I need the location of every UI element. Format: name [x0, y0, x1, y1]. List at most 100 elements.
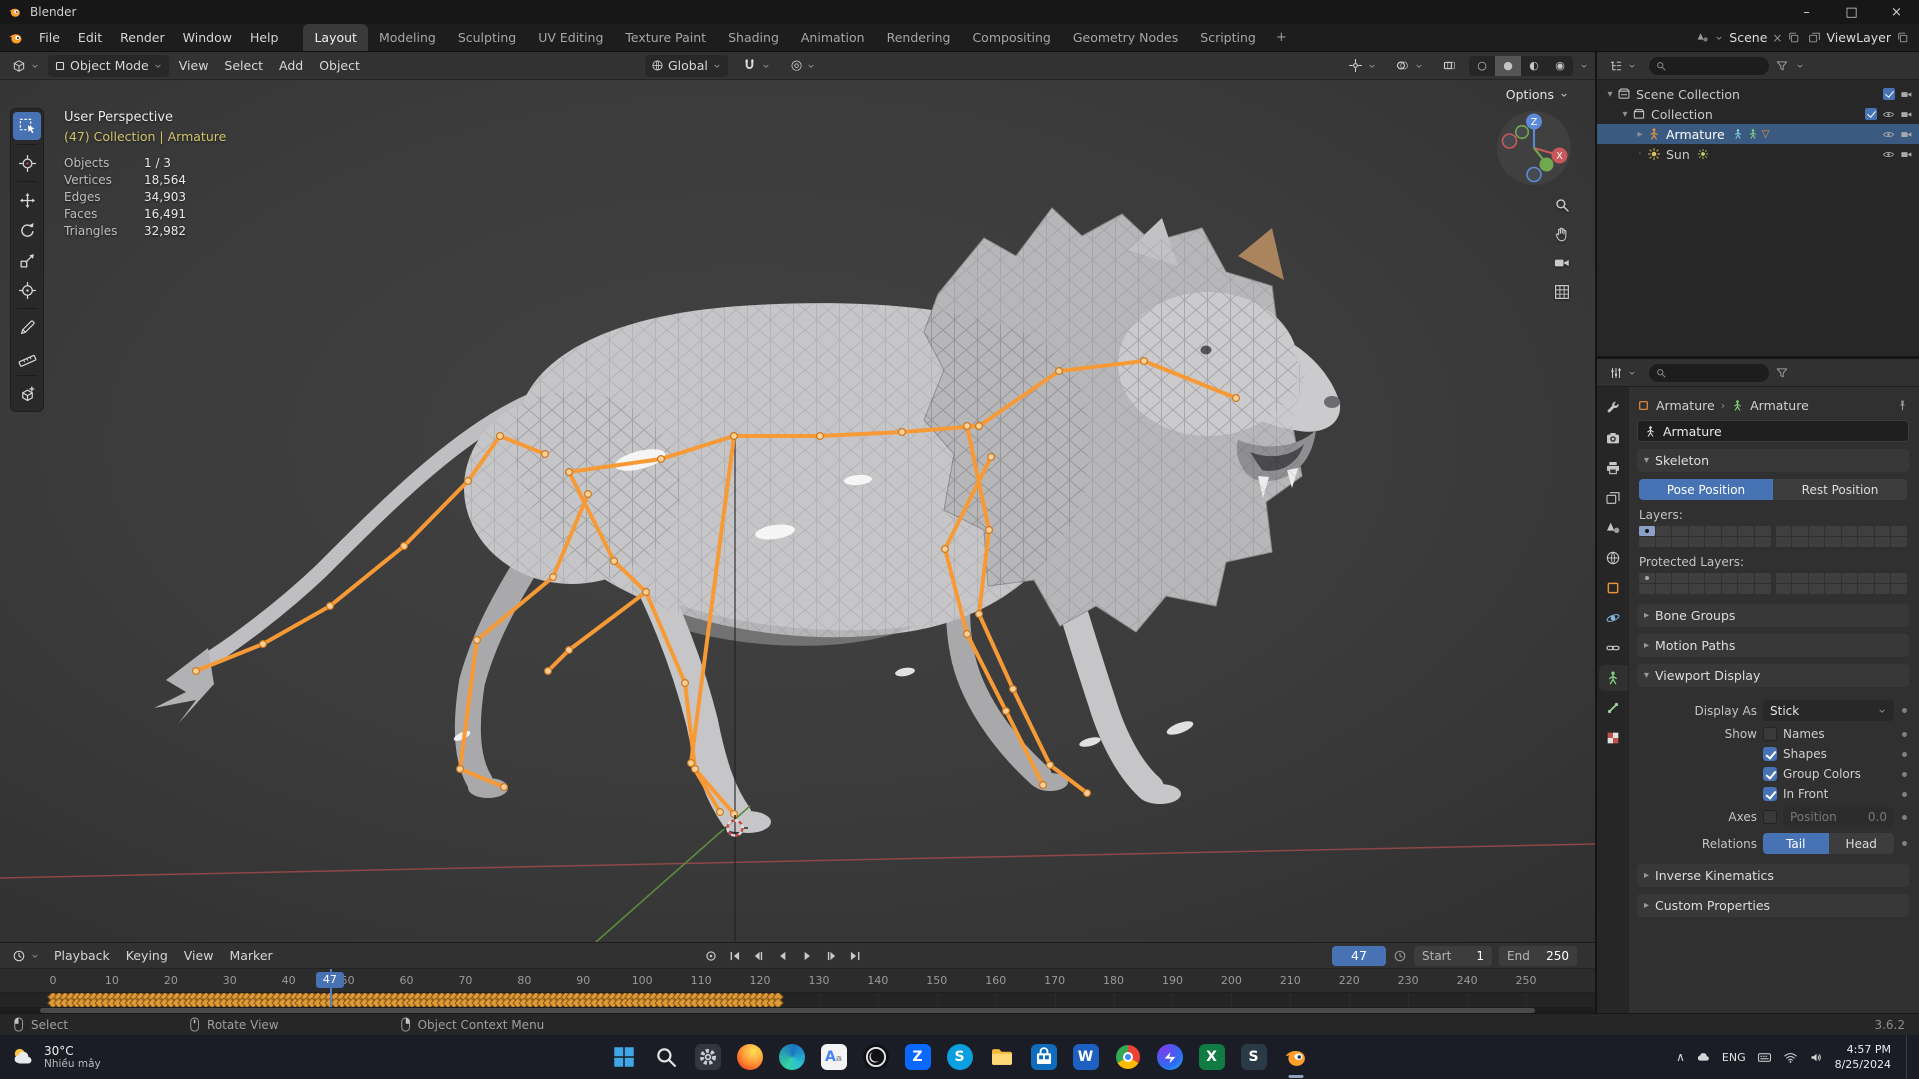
- expand-icon[interactable]: ▸: [1633, 129, 1647, 140]
- frame-end-field[interactable]: End 250: [1499, 945, 1577, 966]
- frame-ruler[interactable]: 0 10 20 30 40 50 60 70 80 90 100 110 120 130 140 150 160…: [0, 969, 1595, 993]
- tool-rotate[interactable]: [13, 216, 41, 244]
- checkbox-label[interactable]: Group Colors: [1783, 767, 1861, 781]
- layer-cell-19[interactable]: [1825, 526, 1841, 536]
- new-scene-icon[interactable]: [1787, 31, 1800, 44]
- layer-cell-31[interactable]: [1891, 537, 1907, 547]
- layer-cell-1[interactable]: [1655, 526, 1672, 536]
- outliner-label[interactable]: Scene Collection: [1636, 87, 1740, 102]
- taskbar-app-firefox[interactable]: [733, 1040, 767, 1074]
- layer-cell-14[interactable]: [1738, 584, 1754, 594]
- gizmo-y-axis[interactable]: [1539, 157, 1554, 172]
- outliner-editor-type-button[interactable]: [1603, 55, 1643, 77]
- workspace-tab-scripting[interactable]: Scripting: [1189, 24, 1267, 51]
- properties-tab-texture[interactable]: [1599, 725, 1628, 751]
- expand-icon[interactable]: ·: [1633, 149, 1647, 160]
- layer-cell-7[interactable]: [1754, 573, 1771, 583]
- taskbar-app-microsoft-store[interactable]: [1027, 1040, 1061, 1074]
- viewport-options-button[interactable]: Options: [1506, 87, 1569, 102]
- pan-button[interactable]: [1553, 225, 1571, 243]
- skeleton-panel-header[interactable]: ▾ Skeleton: [1637, 449, 1909, 472]
- checkbox-group-colors[interactable]: [1763, 767, 1777, 781]
- timeline-editor-type-button[interactable]: [6, 945, 46, 967]
- checkbox-names[interactable]: [1763, 727, 1777, 741]
- layer-cell-18[interactable]: [1808, 573, 1825, 583]
- taskbar-app-messenger[interactable]: [1153, 1040, 1187, 1074]
- properties-tab-bone[interactable]: [1599, 695, 1628, 721]
- checkbox-label[interactable]: In Front: [1783, 787, 1828, 801]
- layer-cell-30[interactable]: [1874, 537, 1891, 547]
- hide-viewport-icon[interactable]: [1882, 128, 1895, 141]
- layer-cell-8[interactable]: [1639, 537, 1655, 547]
- layer-cell-23[interactable]: [1891, 573, 1907, 583]
- taskbar-app-chrome[interactable]: [1111, 1040, 1145, 1074]
- layer-cell-9[interactable]: [1655, 537, 1672, 547]
- shading-material-button[interactable]: ◐: [1521, 56, 1547, 76]
- 3d-viewport[interactable]: User Perspective (47) Collection | Armat…: [0, 80, 1595, 942]
- layer-cell-25[interactable]: [1792, 537, 1808, 547]
- layer-cell-1[interactable]: [1655, 573, 1672, 583]
- outliner-label[interactable]: Armature: [1666, 127, 1725, 142]
- next-keyframe-button[interactable]: [820, 946, 842, 966]
- layer-cell-26[interactable]: [1808, 537, 1825, 547]
- properties-tab-object[interactable]: [1599, 575, 1628, 601]
- workspace-tab-animation[interactable]: Animation: [790, 24, 876, 51]
- frame-start-field[interactable]: Start 1: [1414, 945, 1492, 966]
- properties-filter-icon[interactable]: [1775, 366, 1789, 380]
- onedrive-icon[interactable]: [1696, 1050, 1711, 1065]
- taskbar-app-zalo[interactable]: Z: [901, 1040, 935, 1074]
- menu-render[interactable]: Render: [111, 24, 174, 51]
- viewport-display-panel-header[interactable]: ▾ Viewport Display: [1637, 664, 1909, 687]
- volume-icon[interactable]: [1809, 1050, 1824, 1065]
- layer-cell-16[interactable]: [1775, 573, 1792, 583]
- layer-cell-2[interactable]: [1672, 573, 1688, 583]
- layer-cell-10[interactable]: [1672, 584, 1688, 594]
- outliner-label[interactable]: Collection: [1651, 107, 1713, 122]
- animate-dot[interactable]: [1902, 841, 1907, 846]
- play-reverse-button[interactable]: [772, 946, 794, 966]
- mode-select[interactable]: Object Mode: [48, 54, 169, 77]
- layer-cell-27[interactable]: [1825, 584, 1841, 594]
- close-button[interactable]: ×: [1874, 0, 1919, 24]
- chevron-down-icon[interactable]: [1795, 61, 1805, 71]
- previous-keyframe-button[interactable]: [748, 946, 770, 966]
- play-button[interactable]: [796, 946, 818, 966]
- workspace-tab-shading[interactable]: Shading: [717, 24, 790, 51]
- checkbox-in-front[interactable]: [1763, 787, 1777, 801]
- camera-view-button[interactable]: [1553, 254, 1571, 272]
- checkbox-shapes[interactable]: [1763, 747, 1777, 761]
- menu-edit[interactable]: Edit: [69, 24, 111, 51]
- layer-cell-22[interactable]: [1874, 573, 1891, 583]
- layer-cell-28[interactable]: [1841, 584, 1858, 594]
- maximize-button[interactable]: □: [1829, 0, 1874, 24]
- properties-tab-constraints[interactable]: [1599, 635, 1628, 661]
- layer-cell-13[interactable]: [1721, 537, 1738, 547]
- layer-cell-15[interactable]: [1754, 584, 1771, 594]
- gizmo-z-axis[interactable]: Z: [1531, 117, 1538, 128]
- bone-groups-panel-header[interactable]: ▸ Bone Groups: [1637, 604, 1909, 627]
- properties-tab-world[interactable]: [1599, 545, 1628, 571]
- tool-annotate[interactable]: [13, 313, 41, 341]
- properties-tab-view-layer[interactable]: [1599, 485, 1628, 511]
- snap-toggle[interactable]: [736, 55, 777, 77]
- custom-properties-panel-header[interactable]: ▸ Custom Properties: [1637, 894, 1909, 917]
- taskbar-app-word[interactable]: W: [1069, 1040, 1103, 1074]
- display-as-dropdown[interactable]: Stick: [1763, 700, 1894, 721]
- layer-cell-28[interactable]: [1841, 537, 1858, 547]
- pose-position-button[interactable]: Pose Position: [1639, 479, 1773, 500]
- show-gizmo-toggle[interactable]: [1342, 55, 1383, 77]
- taskbar-app-sharex[interactable]: S: [1237, 1040, 1271, 1074]
- workspace-tab-compositing[interactable]: Compositing: [961, 24, 1061, 51]
- jump-to-end-button[interactable]: [844, 946, 866, 966]
- viewport-canvas[interactable]: [0, 80, 1595, 942]
- layer-cell-9[interactable]: [1655, 584, 1672, 594]
- taskbar-app-settings[interactable]: [691, 1040, 725, 1074]
- show-overlays-toggle[interactable]: [1389, 55, 1430, 77]
- orthographic-toggle-button[interactable]: [1553, 283, 1571, 301]
- taskbar-app-windows-start[interactable]: [607, 1040, 641, 1074]
- layer-cell-26[interactable]: [1808, 584, 1825, 594]
- tool-select-box[interactable]: [13, 112, 41, 140]
- motion-paths-panel-header[interactable]: ▸ Motion Paths: [1637, 634, 1909, 657]
- properties-editor-type-button[interactable]: [1603, 362, 1643, 384]
- layer-cell-0[interactable]: [1639, 526, 1655, 536]
